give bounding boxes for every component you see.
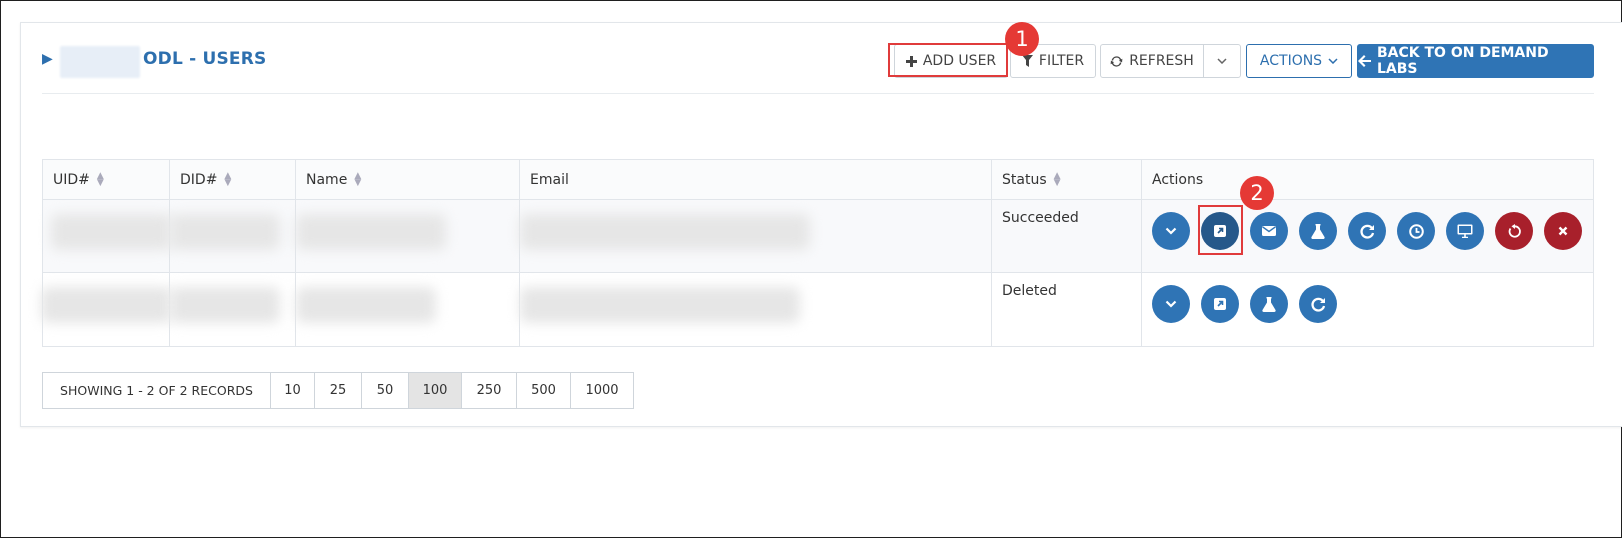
callout-badge-1: 1 [1005,22,1039,56]
external-link-icon [1214,298,1226,310]
filter-label: FILTER [1038,53,1085,69]
did-cell [170,273,296,346]
redacted-value [296,214,446,250]
did-cell [170,200,296,272]
refresh-icon [1310,297,1325,312]
monitor-icon [1457,224,1473,238]
uid-cell [43,200,171,272]
arrow-left-icon [1358,55,1371,67]
status-text: Succeeded [1002,210,1079,226]
column-header-label: DID# [180,171,218,188]
redacted-value [51,214,171,250]
lab-button[interactable] [1250,285,1288,323]
status-cell: Succeeded [992,200,1142,272]
redacted-value [170,287,280,323]
column-header-email: Email [520,160,992,199]
collapse-caret-icon[interactable]: ▶ [42,51,53,67]
highlight-add-user [888,43,1008,77]
column-header-label: Status [1002,171,1047,188]
sync-icon [1110,55,1123,67]
redacted-lab-name [60,46,140,78]
column-header-uid[interactable]: UID# ▲ ▼ [43,160,170,199]
redacted-value [41,287,171,323]
column-header-label: UID# [53,171,90,188]
refresh-label: REFRESH [1129,53,1194,69]
refresh-button[interactable]: REFRESH [1100,44,1204,78]
email-button[interactable] [1250,212,1288,250]
status-text: Deleted [1002,283,1057,299]
header-divider [42,93,1594,94]
page-size-50[interactable]: 50 [362,373,409,408]
redacted-value [296,287,436,323]
page-size-500[interactable]: 500 [517,373,571,408]
page-title: ODL - USERS [143,49,267,69]
reset-button[interactable] [1495,212,1533,250]
sort-icon: ▲ ▼ [96,170,104,188]
table-row: Deleted [41,273,1593,346]
back-to-on-demand-labs-button[interactable]: BACK TO ON DEMAND LABS [1357,44,1594,78]
refresh-dropdown-toggle[interactable] [1203,44,1241,78]
email-cell [520,273,992,346]
open-lab-button[interactable] [1201,285,1239,323]
delete-icon [1558,226,1568,236]
reset-icon [1508,223,1521,238]
page-size-25[interactable]: 25 [315,373,362,408]
chevron-down-icon [1165,227,1177,235]
actions-dropdown-button[interactable]: ACTIONS [1246,44,1352,78]
sort-icon: ▲ ▼ [1053,170,1061,188]
redeploy-button[interactable] [1348,212,1386,250]
records-info: SHOWING 1 - 2 OF 2 RECORDS [43,373,271,408]
column-header-status[interactable]: Status ▲ ▼ [992,160,1142,199]
redacted-value [520,287,800,323]
column-header-label: Actions [1152,171,1204,188]
email-icon [1262,226,1276,236]
highlight-open-lab [1198,205,1243,255]
expand-button[interactable] [1152,212,1190,250]
column-header-actions: Actions [1142,160,1593,199]
users-table: UID# ▲ ▼ DID# ▲ ▼ Name ▲ ▼ Email Status ▲ ▼ Acti… [41,159,1594,347]
flask-icon [1262,296,1276,312]
filter-icon [1021,55,1033,67]
uid-cell [41,273,171,346]
status-cell: Deleted [992,273,1142,346]
expand-button[interactable] [1152,285,1190,323]
column-header-did[interactable]: DID# ▲ ▼ [170,160,296,199]
clock-icon [1408,223,1424,239]
actions-label: ACTIONS [1259,53,1323,69]
refresh-icon [1359,224,1374,239]
page-size-100[interactable]: 100 [409,373,462,408]
sort-icon: ▲ ▼ [224,170,232,188]
chevron-down-icon [1328,58,1338,64]
redacted-value [520,214,810,250]
chevron-down-icon [1217,58,1227,64]
pagination: SHOWING 1 - 2 OF 2 RECORDS 10 25 50 100 … [42,372,634,409]
name-cell [296,200,520,272]
actions-cell [1142,273,1593,346]
page-size-250[interactable]: 250 [462,373,517,408]
back-label: BACK TO ON DEMAND LABS [1377,45,1549,77]
redacted-value [170,214,280,250]
name-cell [296,273,520,346]
page-size-10[interactable]: 10 [271,373,315,408]
callout-badge-2: 2 [1240,176,1274,210]
flask-icon [1311,223,1325,239]
lab-button[interactable] [1299,212,1337,250]
redeploy-button[interactable] [1299,285,1337,323]
table-row: Succeeded [43,200,1593,273]
sort-icon: ▲ ▼ [354,170,362,188]
column-header-label: Name [306,171,348,188]
email-cell [520,200,992,272]
page-size-1000[interactable]: 1000 [571,373,633,408]
delete-button[interactable] [1544,212,1582,250]
console-button[interactable] [1446,212,1484,250]
extend-time-button[interactable] [1397,212,1435,250]
chevron-down-icon [1165,300,1177,308]
column-header-name[interactable]: Name ▲ ▼ [296,160,520,199]
table-header: UID# ▲ ▼ DID# ▲ ▼ Name ▲ ▼ Email Status ▲ ▼ Acti… [43,160,1593,200]
column-header-label: Email [530,171,569,188]
